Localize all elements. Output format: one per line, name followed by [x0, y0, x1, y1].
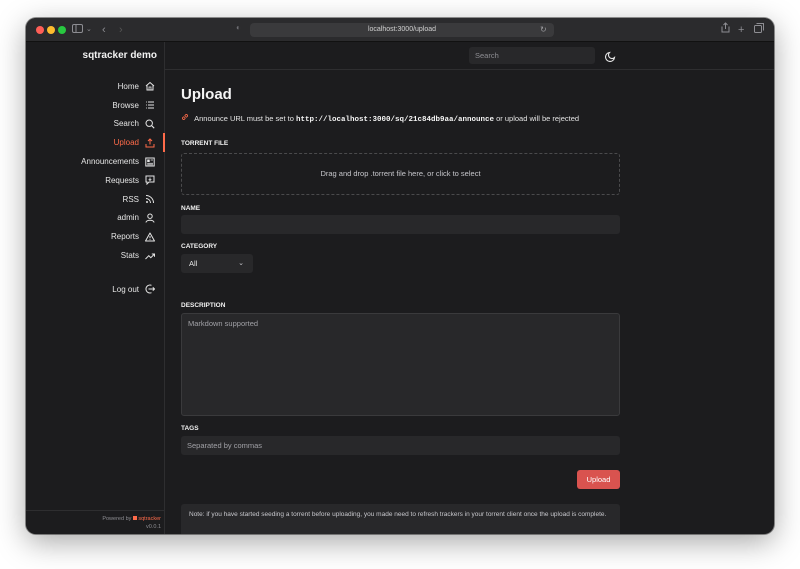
sidebar-item-stats[interactable]: Stats — [26, 246, 165, 265]
sidebar-item-label: Stats — [120, 251, 139, 261]
close-window-button[interactable] — [36, 26, 44, 34]
browser-titlebar: ⌄ ‹ › ◐ localhost:3000/upload ↻ + — [26, 18, 774, 42]
sidebar-item-label: admin — [117, 213, 139, 223]
torrent-file-label: TORRENT FILE — [181, 140, 229, 147]
sidebar-item-announcements[interactable]: Announcements — [26, 152, 165, 171]
browser-window: ⌄ ‹ › ◐ localhost:3000/upload ↻ + sqtrac… — [26, 18, 774, 534]
sidebar-item-label: Reports — [110, 232, 139, 242]
reload-icon[interactable]: ↻ — [540, 23, 547, 37]
sidebar: sqtracker demo Home Browse Search Upload… — [26, 42, 165, 534]
share-icon[interactable] — [721, 22, 730, 38]
sidebar-item-label: Requests — [105, 175, 139, 185]
sidebar-nav: Home Browse Search Upload Announcements … — [26, 77, 165, 299]
powered-by-text: Powered by — [102, 516, 132, 522]
upload-button[interactable]: Upload — [577, 470, 620, 489]
sidebar-item-admin[interactable]: admin — [26, 209, 165, 228]
list-icon — [144, 100, 155, 111]
sidebar-item-reports[interactable]: Reports — [26, 227, 165, 246]
sqtracker-link[interactable]: sqtracker — [138, 516, 161, 522]
sidebar-item-label: RSS — [122, 194, 139, 204]
trend-icon — [144, 250, 155, 261]
sidebar-item-requests[interactable]: Requests — [26, 171, 165, 190]
warning-icon — [144, 231, 155, 242]
page-title: Upload — [181, 86, 232, 103]
site-brand[interactable]: sqtracker demo — [26, 42, 165, 70]
new-tab-icon[interactable]: + — [738, 22, 744, 38]
sidebar-item-label: Search — [113, 119, 139, 129]
announce-prefix-text: Announce URL must be set to — [194, 114, 294, 123]
sqtracker-logo-icon — [133, 516, 138, 520]
newspaper-icon — [144, 156, 155, 167]
sidebar-item-label: Announcements — [81, 157, 139, 167]
chevron-down-icon: ⌄ — [238, 260, 244, 267]
description-label: DESCRIPTION — [181, 302, 226, 309]
sidebar-item-search[interactable]: Search — [26, 115, 165, 134]
home-icon — [144, 81, 155, 92]
announce-url: http://localhost:3000/sq/21c84db9aa/anno… — [295, 116, 495, 124]
back-icon[interactable]: ‹ — [102, 22, 106, 38]
tags-label: TAGS — [181, 425, 199, 432]
logout-button[interactable]: Log out — [26, 280, 165, 299]
category-select[interactable]: All ⌄ — [181, 254, 253, 273]
minimize-window-button[interactable] — [47, 26, 55, 34]
powered-by-footer: Powered by sqtracker v0.0.1 — [26, 510, 165, 534]
sidebar-item-label: Upload — [113, 138, 139, 148]
top-bar — [165, 42, 774, 70]
category-selected-value: All — [189, 259, 198, 268]
address-bar[interactable]: localhost:3000/upload — [250, 23, 554, 37]
sidebar-item-label: Home — [117, 81, 139, 91]
upload-icon — [144, 137, 155, 148]
version-text: v0.0.1 — [146, 524, 161, 530]
name-label: NAME — [181, 205, 201, 212]
search-icon — [144, 118, 155, 129]
category-label: CATEGORY — [181, 243, 218, 250]
chevron-down-icon[interactable]: ⌄ — [86, 22, 92, 38]
upload-note: Note: if you have started seeding a torr… — [181, 504, 620, 534]
sidebar-item-rss[interactable]: RSS — [26, 190, 165, 209]
zoom-window-button[interactable] — [58, 26, 66, 34]
link-icon — [181, 114, 191, 123]
rss-icon — [144, 194, 155, 205]
tags-input[interactable] — [181, 436, 620, 455]
sidebar-item-label: Browse — [112, 100, 139, 110]
announce-url-notice: Announce URL must be set to http://local… — [181, 113, 579, 124]
sidebar-item-upload[interactable]: Upload — [26, 133, 165, 152]
forward-icon[interactable]: › — [119, 22, 123, 38]
description-textarea[interactable] — [181, 313, 620, 416]
sidebar-item-home[interactable]: Home — [26, 77, 165, 96]
torrent-dropzone[interactable]: Drag and drop .torrent file here, or cli… — [181, 153, 620, 195]
privacy-shield-icon: ◐ — [236, 23, 241, 32]
sidebar-item-browse[interactable]: Browse — [26, 96, 165, 115]
theme-toggle-moon-icon[interactable] — [604, 49, 617, 63]
announce-suffix-text: or upload will be rejected — [496, 114, 580, 123]
search-input[interactable] — [469, 47, 595, 64]
sidebar-toggle-icon[interactable] — [72, 22, 83, 38]
logout-icon — [144, 284, 155, 295]
logout-label: Log out — [112, 284, 139, 294]
name-input[interactable] — [181, 215, 620, 234]
user-icon — [144, 212, 155, 223]
request-icon — [144, 175, 155, 186]
tab-overview-icon[interactable] — [754, 22, 764, 38]
